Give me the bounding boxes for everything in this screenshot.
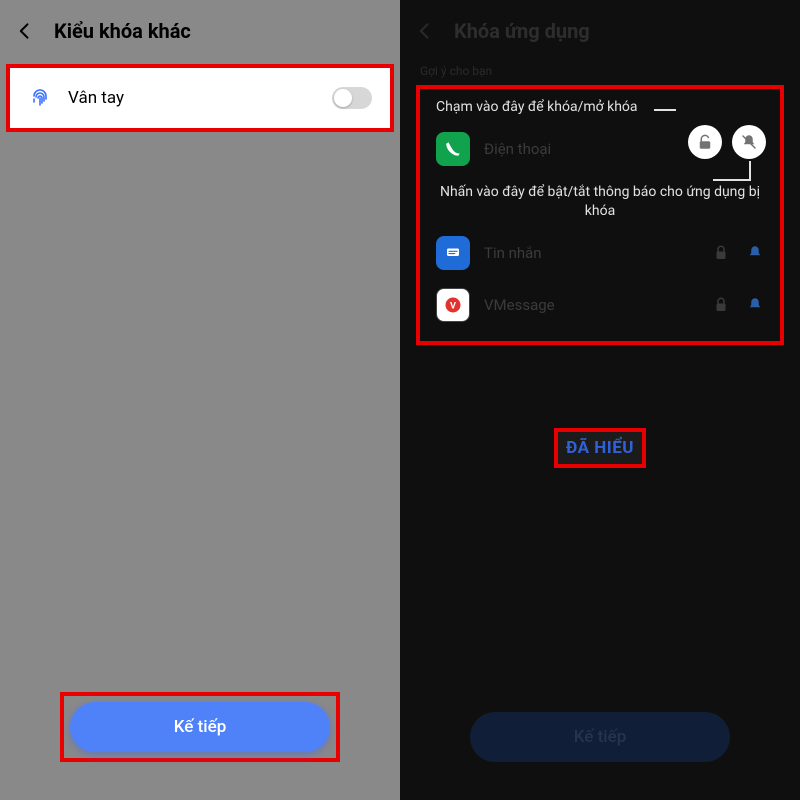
tutorial-action-buttons — [688, 125, 766, 159]
tip-lock-text: Chạm vào đây để khóa/mở khóa — [426, 97, 646, 123]
bell-icon — [746, 296, 764, 314]
app-row-messages: Tin nhắn — [426, 227, 774, 279]
vmessage-app-icon: V — [436, 288, 470, 322]
unlock-icon[interactable] — [688, 125, 722, 159]
header: Kiểu khóa khác — [0, 0, 400, 62]
header: Khóa ứng dụng — [400, 0, 800, 62]
next-button-label: Kế tiếp — [174, 717, 227, 737]
svg-text:V: V — [450, 301, 456, 311]
page-title: Khóa ứng dụng — [454, 19, 590, 43]
fingerprint-toggle[interactable] — [332, 87, 372, 109]
understood-label: ĐÃ HIỂU — [566, 438, 634, 458]
connector-line — [749, 161, 751, 179]
back-icon[interactable] — [14, 20, 36, 42]
next-button[interactable]: Kế tiếp — [70, 702, 330, 752]
phone-app-icon — [436, 132, 470, 166]
mute-bell-icon[interactable] — [732, 125, 766, 159]
highlight-ok-button: ĐÃ HIỂU — [554, 428, 646, 468]
fingerprint-icon — [28, 86, 52, 110]
app-label: Tin nhắn — [484, 244, 698, 262]
lock-icon — [712, 296, 730, 314]
connector-line — [713, 179, 751, 181]
messages-app-icon — [436, 236, 470, 270]
suggestion-header: Gợi ý cho bạn — [400, 62, 800, 80]
app-label: VMessage — [484, 296, 698, 314]
highlight-tutorial-overlay: Chạm vào đây để khóa/mở khóa Điện thoại … — [416, 85, 784, 345]
bell-icon — [746, 244, 764, 262]
connector-line — [654, 109, 676, 111]
screen-lock-types: Kiểu khóa khác Vân tay — [0, 0, 400, 800]
fingerprint-row[interactable]: Vân tay — [10, 68, 390, 128]
fingerprint-label: Vân tay — [68, 88, 124, 108]
next-button-label: Kế tiếp — [574, 727, 627, 747]
next-button-disabled: Kế tiếp — [470, 712, 730, 762]
highlight-next-button: Kế tiếp — [60, 692, 340, 762]
tip-notify-text: Nhấn vào đây để bật/tắt thông báo cho ứn… — [426, 175, 774, 227]
app-row-vmessage: V VMessage — [426, 279, 774, 331]
back-icon — [414, 20, 436, 42]
page-title: Kiểu khóa khác — [54, 19, 191, 43]
highlight-fingerprint-row: Vân tay — [6, 64, 394, 132]
lock-icon — [712, 244, 730, 262]
screen-app-lock-tutorial: Khóa ứng dụng Gợi ý cho bạn Chạm vào đây… — [400, 0, 800, 800]
understood-button[interactable]: ĐÃ HIỂU — [566, 438, 634, 458]
